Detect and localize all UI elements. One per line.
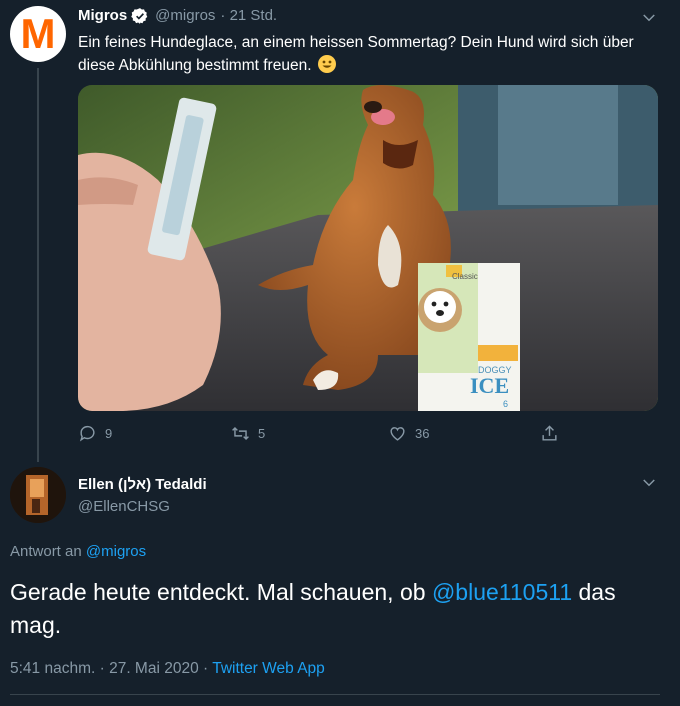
tweet-actions: 9 5 36 <box>78 424 558 448</box>
chevron-down-icon[interactable] <box>640 9 658 27</box>
retweet-count: 5 <box>258 426 266 441</box>
tweet-time[interactable]: · 21 Std. <box>220 6 277 26</box>
tweet-header: Migros @migros · 21 Std. <box>78 6 277 26</box>
reply-prefix: Antwort an <box>10 543 82 560</box>
share-button[interactable] <box>540 424 559 443</box>
smiley-emoji-icon <box>317 55 336 73</box>
ellen-avatar-image <box>10 467 66 523</box>
like-count: 36 <box>415 426 430 441</box>
reply-meta: 5:41 nachm. · 27. Mai 2020 · Twitter Web… <box>10 660 325 678</box>
divider <box>10 694 660 695</box>
reply-timestamp[interactable]: 5:41 nachm. · 27. Mai 2020 · <box>10 660 208 677</box>
reply-target-link[interactable]: @migros <box>86 543 146 560</box>
heart-icon <box>390 427 405 441</box>
product-name-line2: ICE <box>470 373 509 398</box>
mention-link[interactable]: @blue110511 <box>432 579 572 605</box>
reply-chevron-down-icon[interactable] <box>640 474 658 492</box>
tweet-media-image[interactable]: Classic DOGGY ICE 6 <box>78 85 658 411</box>
migros-avatar[interactable]: M <box>10 6 66 62</box>
tweet-text: Ein feines Hundeglace, an einem heissen … <box>78 31 658 77</box>
author-handle[interactable]: @migros <box>155 6 215 26</box>
dog-photo: Classic DOGGY ICE 6 <box>78 85 658 411</box>
reply-author-name[interactable]: Ellen (אלן) Tedaldi <box>78 476 207 493</box>
product-brand: Classic <box>452 272 478 281</box>
author-name[interactable]: Migros <box>78 6 127 26</box>
reply-button[interactable]: 9 <box>78 424 112 443</box>
verified-badge-icon <box>131 8 148 24</box>
retweet-button[interactable]: 5 <box>231 424 265 443</box>
source-link[interactable]: Twitter Web App <box>212 660 325 677</box>
thread-line <box>37 68 39 462</box>
reply-count: 9 <box>105 426 113 441</box>
tweet-text-body: Ein feines Hundeglace, an einem heissen … <box>78 34 634 74</box>
reply-context: Antwort an @migros <box>10 543 146 560</box>
reply-icon <box>79 425 95 442</box>
retweet-icon <box>232 426 249 441</box>
like-button[interactable]: 36 <box>388 424 429 443</box>
reply-text-before: Gerade heute entdeckt. Mal schauen, ob <box>10 579 426 605</box>
migros-logo-letter: M <box>20 10 56 57</box>
reply-text: Gerade heute entdeckt. Mal schauen, ob @… <box>10 576 670 642</box>
reply-author-handle[interactable]: @EllenCHSG <box>78 498 170 515</box>
share-icon <box>542 425 557 441</box>
ellen-avatar[interactable] <box>10 467 66 523</box>
product-count: 6 <box>503 399 508 409</box>
